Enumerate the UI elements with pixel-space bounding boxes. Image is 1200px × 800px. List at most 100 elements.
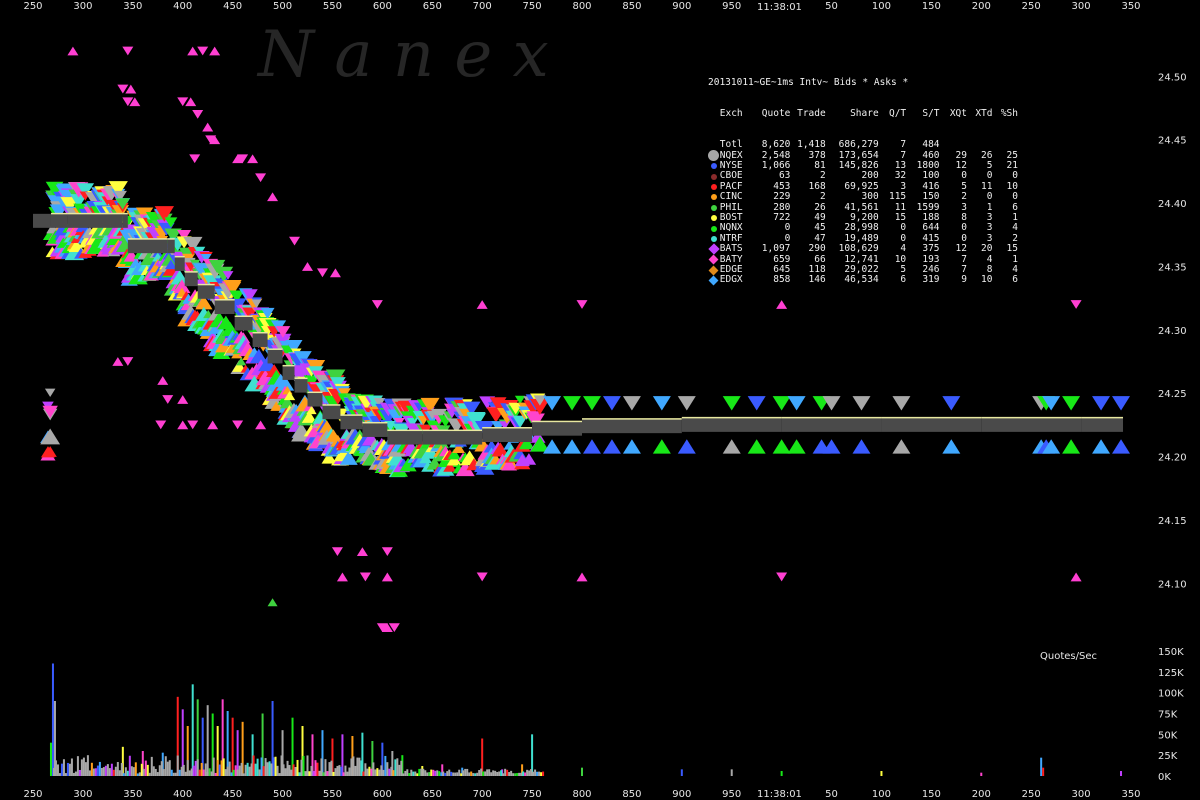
bid-marker [1092, 439, 1111, 454]
nbbo-band-segment [981, 417, 1082, 432]
outlier-quote [112, 357, 124, 366]
volume-tick-label: 0K [1158, 772, 1171, 783]
x-tick-label-bottom: 700 [473, 789, 492, 800]
outlier-quote [576, 572, 588, 582]
volume-bar [502, 773, 505, 776]
nbbo-band-segment [881, 417, 982, 432]
volume-bar [234, 765, 237, 776]
outlier-quote [302, 262, 313, 271]
volume-bar [51, 663, 54, 776]
volume-bar [450, 771, 453, 776]
volume-bar [106, 764, 109, 776]
outlier-quote [329, 268, 341, 278]
volume-bar [120, 762, 123, 776]
nbbo-band-edge [184, 271, 198, 273]
volume-bar [366, 768, 369, 776]
volume-bar [244, 764, 247, 776]
bid-marker [652, 439, 671, 454]
nbbo-band-segment [197, 284, 215, 299]
volume-bar [160, 761, 163, 776]
x-tick-label-bottom: 350 [123, 789, 142, 800]
nbbo-band-segment [67, 213, 123, 228]
volume-bar [258, 769, 261, 776]
legend-cell-quote: 1,097 [761, 243, 791, 255]
outlier-quote [247, 154, 259, 164]
nbbo-band-edge [981, 416, 1082, 419]
volume-bar [516, 773, 519, 776]
legend-cell-quote: 858 [773, 274, 791, 286]
legend-cell-sh: 6 [1012, 274, 1018, 286]
x-tick-label-bottom: 850 [622, 789, 641, 800]
x-tick-label-bottom: 400 [173, 789, 192, 800]
volume-bar [198, 769, 201, 776]
nbbo-band-segment [340, 415, 363, 430]
volume-bar [504, 768, 507, 776]
volume-bar [148, 772, 151, 776]
nbbo-band-edge [881, 416, 982, 419]
volume-bar [206, 772, 209, 776]
volume-bar [62, 759, 65, 776]
legend-marker-icon [708, 163, 720, 170]
x-tick-label-top: 350 [1121, 1, 1140, 12]
volume-bar [460, 773, 463, 776]
volume-bar [484, 771, 487, 776]
outlier-quote [356, 547, 368, 557]
legend-cell-trade: 290 [808, 243, 826, 255]
volume-bar [536, 771, 539, 776]
outlier-quote [381, 572, 393, 582]
legend-column-header: Q/T [888, 108, 907, 120]
volume-bar [298, 772, 301, 776]
volume-bar [482, 771, 485, 776]
nbbo-band-edge [294, 377, 308, 380]
ask-marker [42, 405, 58, 419]
outlier-quote [209, 46, 221, 56]
volume-bar [96, 765, 99, 776]
volume-bar [152, 766, 155, 776]
outlier-quote [1070, 300, 1082, 309]
volume-bar [254, 763, 257, 776]
volume-bar [466, 768, 469, 776]
legend-cell-exch: EDGX [719, 274, 743, 286]
volume-bar [142, 768, 145, 776]
x-tick-label-top: 400 [173, 1, 192, 12]
volume-bar [310, 765, 313, 776]
volume-bar [354, 765, 357, 776]
outlier-quote [187, 420, 199, 430]
volume-bar [296, 759, 299, 776]
volume-bar [294, 766, 297, 776]
nbbo-band-segment [582, 419, 682, 434]
ask-marker [622, 396, 641, 411]
volume-bar [222, 758, 225, 776]
volume-bar [54, 760, 57, 776]
nbbo-band-segment [532, 421, 582, 436]
volume-bar [434, 770, 437, 776]
x-tick-label-bottom: 300 [1072, 789, 1091, 800]
x-tick-label-top: 300 [1072, 1, 1091, 12]
volume-bar [190, 768, 193, 776]
outlier-quote [187, 46, 199, 56]
legend-marker-shape [708, 275, 719, 286]
legend-rows: Totl 8,620 1,418 686,279 7 484 NQEX 2,548 378 173… [708, 139, 1018, 286]
y-tick-label: 24.20 [1158, 453, 1187, 464]
x-tick-label-bottom: 750 [523, 789, 542, 800]
volume-bar [122, 773, 125, 776]
volume-bar [422, 768, 425, 776]
nbbo-band-segment [362, 422, 388, 437]
volume-bar [104, 765, 107, 776]
volume-bar [372, 762, 375, 776]
volume-bar [124, 767, 127, 776]
volume-bar [436, 770, 439, 776]
volume-bar [220, 760, 223, 776]
volume-bar [174, 772, 177, 776]
nbbo-band-segment [127, 239, 168, 254]
volume-bar [156, 772, 159, 776]
ask-marker [942, 396, 961, 411]
x-tick-label-bottom: 150 [922, 789, 941, 800]
legend-cell-share: 108,629 [838, 243, 879, 255]
volume-bar [98, 761, 101, 776]
bid-marker [772, 439, 791, 454]
nbbo-band-edge [174, 255, 185, 258]
legend-marker-shape [710, 183, 717, 190]
nbbo-band-segment [781, 417, 882, 432]
x-tick-label-bottom: 350 [1121, 789, 1140, 800]
